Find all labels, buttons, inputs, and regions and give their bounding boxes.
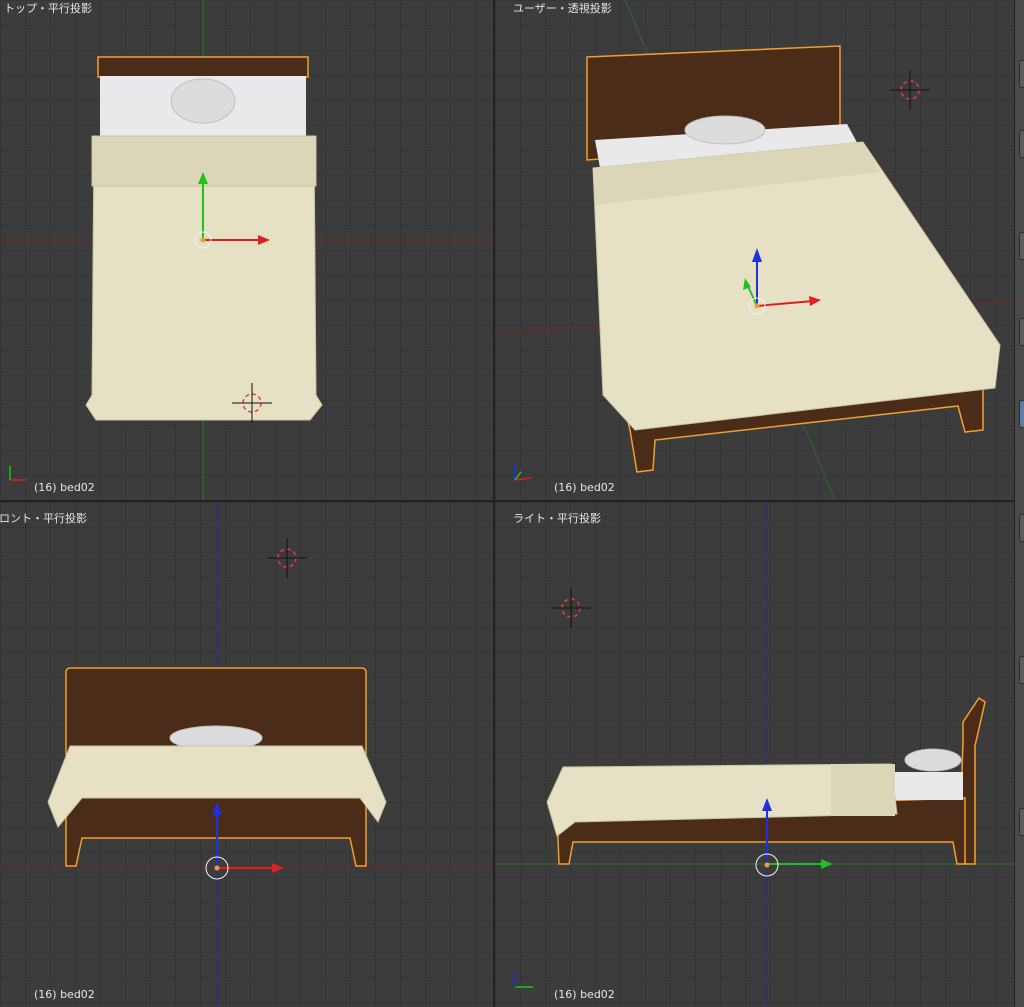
object-status: (16) bed02 [554,988,615,1001]
tool-tab[interactable] [1019,60,1024,88]
pillow [684,115,766,145]
scene-user [495,0,1014,500]
viewport-divider-horizontal[interactable] [0,500,1014,502]
scene-right [495,502,1014,1007]
tool-tab[interactable] [1019,808,1024,836]
viewport-divider-vertical[interactable] [493,0,495,1007]
scene-top [0,0,493,500]
3d-cursor-icon [890,70,930,110]
viewport-top[interactable]: トップ・平行投影 (16) bed02 [0,0,493,500]
scene-front [0,502,493,1007]
axis-gizmo-icon [514,971,533,988]
pillow [904,748,962,772]
3d-cursor-icon [267,538,307,578]
headboard [97,56,309,78]
viewport-title: ユーザー・透視投影 [513,2,612,15]
object-status: (16) bed02 [34,988,95,1001]
tool-shelf-tabs [1014,0,1024,1007]
viewport-right[interactable]: ライト・平行投影 (16) bed02 [495,502,1014,1007]
tool-tab[interactable] [1019,656,1024,684]
viewport-title: トップ・平行投影 [4,2,92,15]
object-status: (16) bed02 [34,481,95,494]
mattress [887,772,963,800]
tool-tab[interactable] [1019,514,1024,542]
tool-tab[interactable] [1019,232,1024,260]
object-status: (16) bed02 [554,481,615,494]
3d-cursor-icon [551,588,591,628]
blender-window: トップ・平行投影 (16) bed02 ユーザー・透視投影 (16) bed02… [0,0,1024,1007]
tool-tab[interactable] [1019,318,1024,346]
axis-gizmo-icon [514,464,532,481]
tool-tab-active[interactable] [1019,400,1024,428]
blanket-fold [831,764,895,816]
viewport-title: フロント・平行投影 [0,512,87,525]
tool-tab[interactable] [1019,130,1024,158]
viewport-user[interactable]: ユーザー・透視投影 (16) bed02 [495,0,1014,500]
viewport-front[interactable]: フロント・平行投影 (16) bed02 [0,502,493,1007]
viewport-title: ライト・平行投影 [513,512,601,525]
pillow [170,78,236,124]
